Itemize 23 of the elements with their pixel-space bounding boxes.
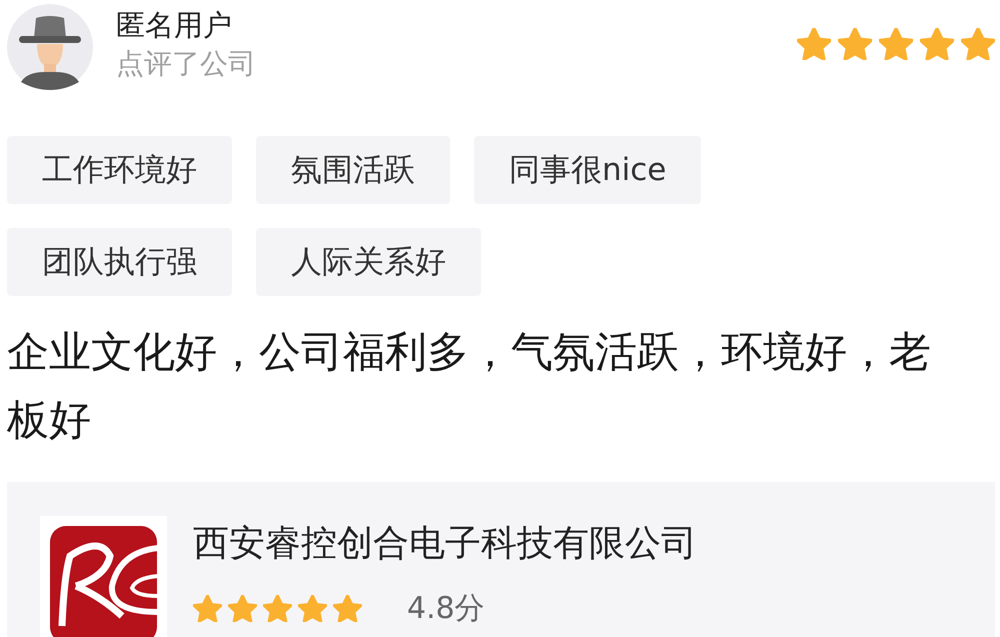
tag-chip[interactable]: 人际关系好 [256,228,481,296]
logo-icon [40,516,167,637]
tag-chip[interactable]: 工作环境好 [7,136,232,204]
star-icon [333,595,362,622]
company-name: 西安睿控创合电子科技有限公司 [193,522,697,566]
star-icon [920,28,954,60]
tag-chip[interactable]: 团队执行强 [7,228,232,296]
star-icon [228,595,257,622]
review-text: 企业文化好，公司福利多，气氛活跃，环境好，老板好 [7,326,932,446]
star-icon [838,28,872,60]
tag-chip[interactable]: 氛围活跃 [256,136,450,204]
star-icon [879,28,913,60]
company-score: 4.8分 [407,590,485,628]
user-name: 匿名用户 [116,7,233,44]
tag-chip[interactable]: 同事很nice [474,136,702,204]
star-icon [961,28,995,60]
star-icon [263,595,292,622]
star-icon [797,28,831,60]
star-icon [193,595,222,622]
review-action: 点评了公司 [116,46,256,82]
avatar-icon [7,4,93,90]
company-card[interactable]: 西安睿控创合电子科技有限公司 4.8分 [7,482,995,637]
star-icon [298,595,327,622]
